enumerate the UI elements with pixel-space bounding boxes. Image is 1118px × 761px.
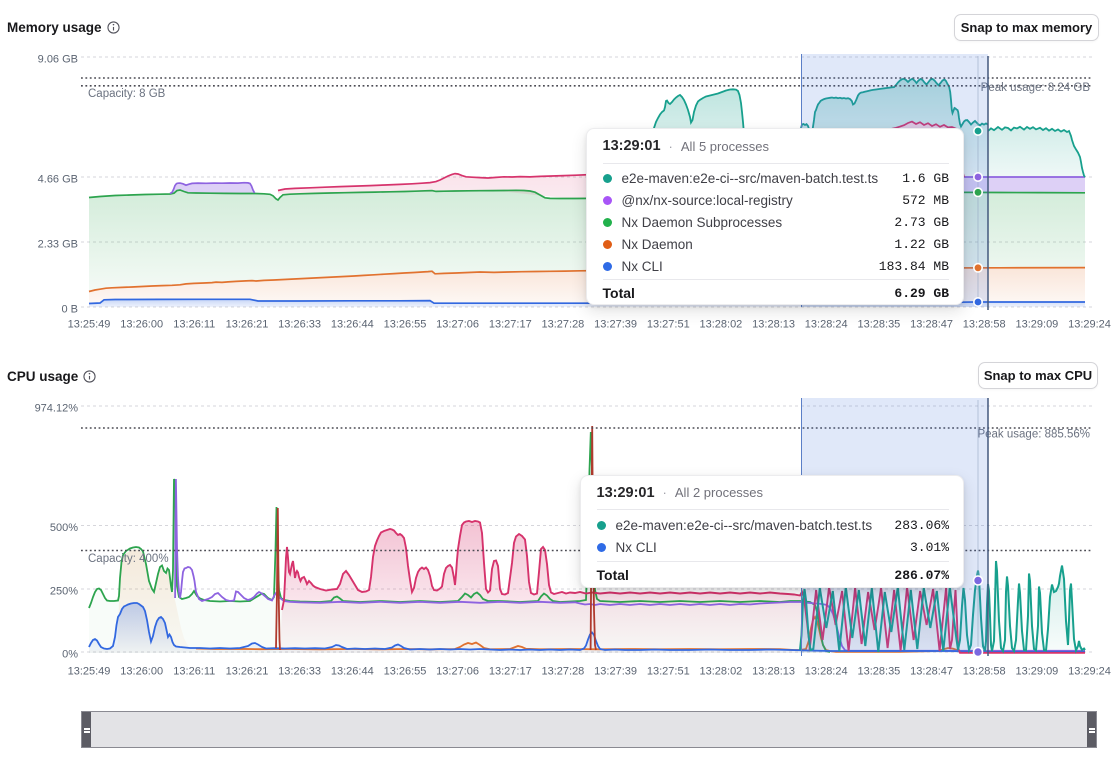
svg-text:13:27:06: 13:27:06 [436,319,479,331]
svg-text:13:29:09: 13:29:09 [1015,666,1058,678]
svg-text:13:28:35: 13:28:35 [857,319,900,331]
svg-text:Capacity: 8 GB: Capacity: 8 GB [88,88,166,100]
svg-text:13:27:28: 13:27:28 [541,666,584,678]
svg-text:13:27:51: 13:27:51 [647,666,690,678]
svg-text:13:26:44: 13:26:44 [331,319,374,331]
svg-text:13:27:51: 13:27:51 [647,319,690,331]
svg-text:Peak usage: 8.24 GB: Peak usage: 8.24 GB [981,82,1091,94]
svg-text:13:26:00: 13:26:00 [120,319,163,331]
svg-text:13:28:35: 13:28:35 [857,666,900,678]
svg-text:13:29:09: 13:29:09 [1015,319,1058,331]
svg-text:974.12%: 974.12% [35,403,79,415]
svg-text:2.33 GB: 2.33 GB [38,239,78,251]
svg-text:13:27:17: 13:27:17 [489,319,532,331]
svg-text:13:26:33: 13:26:33 [278,319,321,331]
svg-text:13:26:55: 13:26:55 [384,319,427,331]
svg-text:13:26:33: 13:26:33 [278,666,321,678]
svg-text:4.66 GB: 4.66 GB [38,174,78,186]
svg-text:13:28:58: 13:28:58 [963,666,1006,678]
svg-text:13:27:39: 13:27:39 [594,666,637,678]
svg-text:13:26:55: 13:26:55 [384,666,427,678]
svg-text:13:28:24: 13:28:24 [805,319,848,331]
svg-text:13:28:13: 13:28:13 [752,666,795,678]
svg-text:0 B: 0 B [61,304,78,316]
svg-text:0%: 0% [62,649,78,661]
svg-text:13:26:21: 13:26:21 [226,319,269,331]
svg-text:Capacity: 400%: Capacity: 400% [88,553,169,565]
svg-text:13:28:47: 13:28:47 [910,319,953,331]
svg-text:13:28:02: 13:28:02 [699,666,742,678]
svg-text:13:28:13: 13:28:13 [752,319,795,331]
svg-text:13:28:24: 13:28:24 [805,666,848,678]
svg-text:Peak usage: 885.56%: Peak usage: 885.56% [977,429,1090,441]
svg-text:250%: 250% [50,586,78,598]
svg-text:13:27:17: 13:27:17 [489,666,532,678]
svg-text:13:29:24: 13:29:24 [1068,666,1111,678]
svg-text:13:29:24: 13:29:24 [1068,319,1111,331]
svg-text:13:27:06: 13:27:06 [436,666,479,678]
svg-text:13:27:39: 13:27:39 [594,319,637,331]
svg-text:500%: 500% [50,522,78,534]
svg-text:13:26:44: 13:26:44 [331,666,374,678]
svg-text:13:26:21: 13:26:21 [226,666,269,678]
svg-text:13:28:58: 13:28:58 [963,319,1006,331]
svg-text:13:26:11: 13:26:11 [173,666,215,678]
svg-text:13:25:49: 13:25:49 [68,319,111,331]
svg-text:13:28:47: 13:28:47 [910,666,953,678]
svg-text:13:26:00: 13:26:00 [120,666,163,678]
svg-text:13:28:02: 13:28:02 [699,319,742,331]
svg-text:9.06 GB: 9.06 GB [38,54,78,66]
svg-text:13:25:49: 13:25:49 [68,666,111,678]
svg-text:13:27:28: 13:27:28 [541,319,584,331]
svg-text:13:26:11: 13:26:11 [173,319,215,331]
